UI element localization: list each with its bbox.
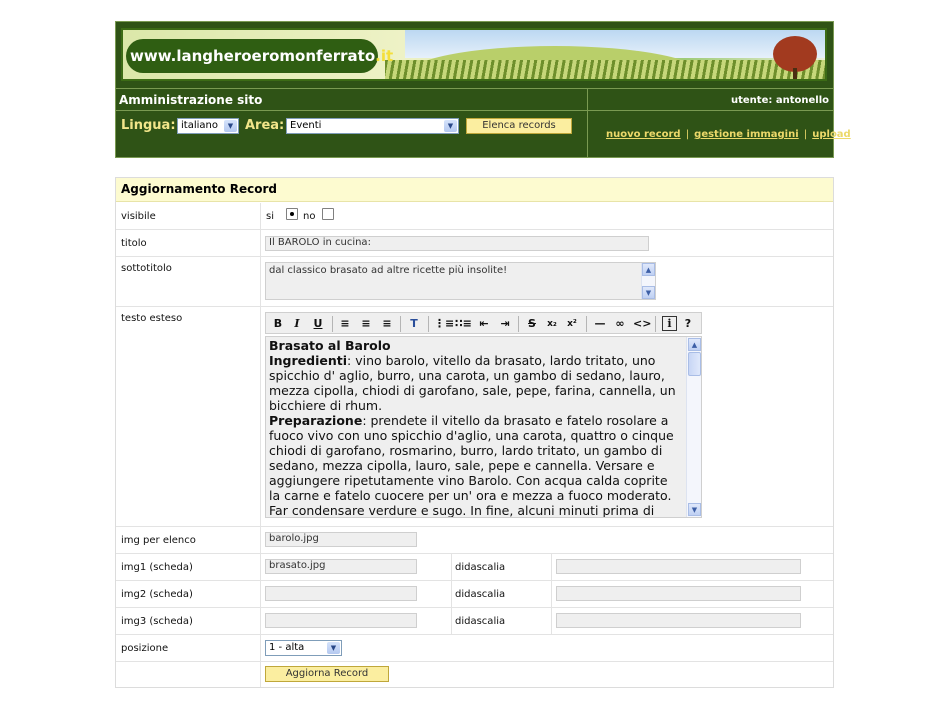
editor-toolbar: B I U ≡ ≡ ≡ T ⋮≡ ∷≡ ⇤ ⇥ S x₂ x² — ∞ <> i… xyxy=(265,312,702,334)
align-center-icon[interactable]: ≡ xyxy=(359,316,373,332)
column-divider xyxy=(260,203,261,687)
img2-input[interactable] xyxy=(265,586,417,601)
unordered-list-icon[interactable]: ∷≡ xyxy=(455,316,472,332)
preparazione-text: : prendete il vitello da brasato e fatel… xyxy=(269,413,674,518)
link-separator: | xyxy=(685,129,690,140)
img-elenco-label: img per elenco xyxy=(121,535,196,546)
ordered-list-icon[interactable]: ⋮≡ xyxy=(434,316,454,332)
source-code-icon[interactable]: <> xyxy=(633,316,651,332)
preparazione-label: Preparazione xyxy=(269,413,363,428)
visibile-no-radio[interactable] xyxy=(322,208,334,220)
ingredienti-label: Ingredienti xyxy=(269,353,348,368)
editor-content[interactable]: Brasato al Barolo Ingredienti: vino baro… xyxy=(269,338,681,518)
header-divider xyxy=(116,88,833,89)
img1-caption-input[interactable] xyxy=(556,559,801,574)
link-separator: | xyxy=(803,129,808,140)
img-elenco-input[interactable]: barolo.jpg xyxy=(265,532,417,547)
lingua-label: Lingua: xyxy=(121,118,176,133)
row-divider xyxy=(116,553,833,554)
header-divider xyxy=(116,110,833,111)
admin-title: Amministrazione sito xyxy=(119,93,263,107)
indent-icon[interactable]: ⇥ xyxy=(497,316,513,332)
scroll-up-icon[interactable]: ▲ xyxy=(688,338,701,351)
header-links: nuovo record | gestione immagini | uploa… xyxy=(606,122,851,141)
outdent-icon[interactable]: ⇤ xyxy=(476,316,492,332)
scrollbar-thumb[interactable] xyxy=(688,352,701,376)
sottotitolo-textarea[interactable]: dal classico brasato ad altre ricette pi… xyxy=(265,262,656,300)
manage-images-link[interactable]: gestione immagini xyxy=(694,129,799,140)
visibile-yes-radio[interactable] xyxy=(286,208,298,220)
posizione-select[interactable]: 1 - alta ▼ xyxy=(265,640,342,656)
help-icon[interactable]: ? xyxy=(682,316,694,332)
chevron-down-icon: ▼ xyxy=(224,120,237,132)
bold-icon[interactable]: B xyxy=(272,316,284,332)
img1-input[interactable]: brasato.jpg xyxy=(265,559,417,574)
row-divider xyxy=(116,634,833,635)
rich-text-editor[interactable]: Brasato al Barolo Ingredienti: vino baro… xyxy=(265,336,702,518)
visibile-label: visibile xyxy=(121,211,156,222)
img2-caption-input[interactable] xyxy=(556,586,801,601)
visibile-no-label: no xyxy=(303,211,316,222)
strikethrough-icon[interactable]: S xyxy=(525,316,539,332)
row-divider xyxy=(116,580,833,581)
form-title: Aggiornamento Record xyxy=(116,178,833,202)
column-divider xyxy=(551,554,552,634)
posizione-label: posizione xyxy=(121,643,169,654)
img1-caption-label: didascalia xyxy=(455,562,506,573)
row-divider xyxy=(116,607,833,608)
superscript-icon[interactable]: x² xyxy=(565,316,579,332)
scroll-up-icon[interactable]: ▲ xyxy=(642,263,655,276)
info-icon[interactable]: i xyxy=(662,316,677,331)
align-left-icon[interactable]: ≡ xyxy=(338,316,352,332)
area-label: Area: xyxy=(245,118,285,133)
img3-label: img3 (scheda) xyxy=(121,616,193,627)
img3-caption-label: didascalia xyxy=(455,616,506,627)
underline-icon[interactable]: U xyxy=(312,316,324,332)
img3-input[interactable] xyxy=(265,613,417,628)
chevron-down-icon: ▼ xyxy=(444,120,457,132)
lingua-select[interactable]: italiano ▼ xyxy=(177,118,239,134)
scroll-down-icon[interactable]: ▼ xyxy=(642,286,655,299)
testo-esteso-label: testo esteso xyxy=(121,313,183,324)
area-select[interactable]: Eventi ▼ xyxy=(286,118,459,134)
row-divider xyxy=(116,229,833,230)
scroll-down-icon[interactable]: ▼ xyxy=(688,503,701,516)
link-icon[interactable]: ∞ xyxy=(612,316,628,332)
recipe-heading: Brasato al Barolo xyxy=(269,338,391,353)
img2-caption-label: didascalia xyxy=(455,589,506,600)
row-divider xyxy=(116,306,833,307)
header-column-divider xyxy=(587,89,588,157)
column-divider xyxy=(451,554,452,634)
img1-label: img1 (scheda) xyxy=(121,562,193,573)
horizontal-rule-icon[interactable]: — xyxy=(592,316,608,332)
row-divider xyxy=(116,661,833,662)
sottotitolo-label: sottotitolo xyxy=(121,263,172,274)
italic-icon[interactable]: I xyxy=(291,316,303,332)
align-right-icon[interactable]: ≡ xyxy=(380,316,394,332)
visibile-yes-label: si xyxy=(266,211,274,222)
upload-link[interactable]: upload xyxy=(812,129,850,140)
new-record-link[interactable]: nuovo record xyxy=(606,129,681,140)
list-records-button[interactable]: Elenca records xyxy=(466,118,572,134)
row-divider xyxy=(116,526,833,527)
titolo-input[interactable]: Il BAROLO in cucina: xyxy=(265,236,649,251)
img2-label: img2 (scheda) xyxy=(121,589,193,600)
sottotitolo-scrollbar[interactable]: ▲ ▼ xyxy=(641,263,655,299)
site-logo: www.langheroeromonferrato.it xyxy=(130,47,394,65)
paste-format-icon[interactable]: T xyxy=(406,316,422,332)
subscript-icon[interactable]: x₂ xyxy=(545,316,559,332)
update-record-button[interactable]: Aggiorna Record xyxy=(265,666,389,682)
chevron-down-icon: ▼ xyxy=(327,642,340,654)
img3-caption-input[interactable] xyxy=(556,613,801,628)
user-label: utente: antonello xyxy=(731,95,829,106)
editor-scrollbar[interactable]: ▲ ▼ xyxy=(686,337,701,517)
row-divider xyxy=(116,256,833,257)
titolo-label: titolo xyxy=(121,238,147,249)
